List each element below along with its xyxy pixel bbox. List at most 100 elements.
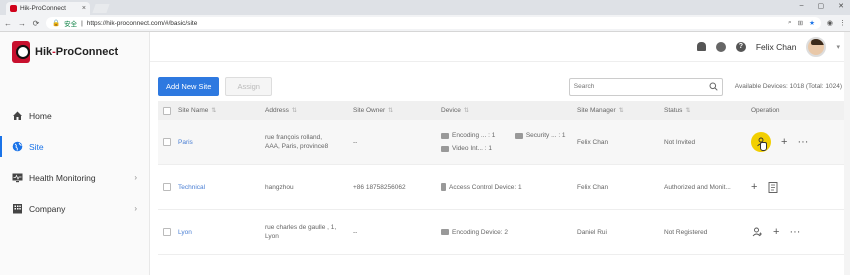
back-icon[interactable]: ← [4, 19, 12, 28]
search-box [568, 77, 723, 96]
report-icon[interactable] [767, 181, 779, 193]
help-icon[interactable]: ? [735, 41, 746, 52]
logo-badge-icon [12, 41, 30, 63]
sort-icon[interactable]: ⇅ [388, 108, 393, 114]
site-address: rue charles de gaulle , 1, Lyon [263, 223, 351, 241]
chevron-right-icon: › [134, 204, 137, 213]
site-name-link[interactable]: Technical [178, 184, 205, 191]
sidebar-item-home[interactable]: Home [0, 100, 149, 131]
lock-icon: 🔒 [52, 20, 61, 27]
mouse-cursor-icon [760, 142, 767, 151]
site-owner: -- [353, 228, 358, 236]
main-content: ? Felix Chan ▾ Add New Site Assign Avail… [150, 32, 850, 275]
row-checkbox[interactable] [163, 138, 171, 146]
device-label: Encoding Device: 2 [452, 228, 509, 236]
column-header-operation: Operation [749, 107, 844, 114]
add-icon[interactable]: + [781, 136, 787, 148]
forward-icon[interactable]: → [18, 19, 26, 28]
browser-menu-icon[interactable]: ⋮ [839, 19, 846, 27]
reload-icon[interactable]: ⟳ [32, 19, 40, 28]
add-icon[interactable]: + [751, 181, 757, 193]
column-header-device[interactable]: Device ⇅ [439, 107, 575, 114]
tab-close-icon[interactable]: × [82, 5, 86, 12]
sites-table: Site Name ⇅ Address ⇅ Site Owner ⇅ Device ⇅ … [158, 101, 844, 255]
assign-button[interactable]: Assign [225, 77, 272, 96]
scrollbar[interactable] [844, 32, 850, 275]
available-devices-text: Available Devices: 1018 (Total: 1024) [734, 83, 842, 90]
extension-icon[interactable]: ◉ [827, 19, 833, 27]
device-label: Video Int... : 1 [452, 145, 492, 152]
search-icon[interactable] [709, 82, 718, 91]
sort-icon[interactable]: ⇅ [685, 108, 690, 114]
column-header-address[interactable]: Address ⇅ [263, 107, 351, 114]
user-name[interactable]: Felix Chan [756, 42, 797, 52]
minimize-icon[interactable]: – [800, 2, 804, 10]
device-item[interactable]: Video Int... : 1 [441, 145, 505, 152]
site-manager: Felix Chan [577, 183, 609, 191]
site-name-link[interactable]: Paris [178, 139, 193, 146]
close-window-icon[interactable]: ✕ [838, 2, 844, 10]
sort-icon[interactable]: ⇅ [211, 108, 216, 114]
camera-icon [441, 229, 449, 235]
url-text: https://hik-proconnect.com/#/basic/site [86, 19, 198, 27]
select-all-checkbox[interactable] [163, 106, 171, 115]
device-label: Encoding ... : 1 [452, 132, 496, 139]
table-row[interactable]: Paris rue françois rolland, AAA, Paris, … [158, 120, 844, 165]
sort-icon[interactable]: ⇅ [464, 108, 469, 114]
invite-owner-button[interactable] [751, 226, 763, 238]
device-item[interactable]: Access Control Device: 1 [441, 183, 575, 191]
column-header-status[interactable]: Status ⇅ [662, 107, 749, 114]
logo-text: Hik-ProConnect [35, 46, 118, 58]
add-icon[interactable]: + [773, 226, 779, 238]
column-label: Status [664, 107, 683, 114]
invite-owner-button[interactable] [751, 132, 771, 152]
sidebar-item-company[interactable]: Company › [0, 193, 149, 224]
column-header-site-owner[interactable]: Site Owner ⇅ [351, 107, 439, 114]
maximize-icon[interactable]: ▢ [818, 2, 825, 10]
more-icon[interactable]: ··· [789, 226, 800, 238]
table-row[interactable]: Lyon rue charles de gaulle , 1, Lyon -- … [158, 210, 844, 255]
browser-tab[interactable]: Hik-ProConnect × [6, 2, 90, 15]
site-manager: Daniel Rui [577, 228, 607, 236]
access-control-icon [441, 183, 446, 191]
row-checkbox[interactable] [163, 228, 171, 236]
column-header-site-name[interactable]: Site Name ⇅ [176, 107, 263, 114]
bookmark-star-icon[interactable]: ★ [809, 19, 815, 27]
app-container: Hik-ProConnect Home Site Health Monitori… [0, 32, 850, 275]
device-item[interactable]: Encoding ... : 1 [441, 132, 505, 139]
row-checkbox[interactable] [163, 183, 171, 191]
add-new-site-button[interactable]: Add New Site [158, 77, 220, 96]
bell-icon[interactable] [696, 42, 706, 51]
search-input[interactable] [573, 83, 709, 90]
table-header: Site Name ⇅ Address ⇅ Site Owner ⇅ Device ⇅ … [158, 101, 844, 120]
site-owner: +86 18758256062 [353, 183, 406, 191]
site-name-link[interactable]: Lyon [178, 229, 192, 236]
address-bar[interactable]: 🔒 安全 | https://hik-proconnect.com/#/basi… [46, 17, 821, 29]
more-icon[interactable]: ··· [797, 136, 808, 148]
zoom-icon[interactable]: ⌕ [788, 19, 792, 27]
sort-icon[interactable]: ⇅ [292, 108, 297, 114]
table-row[interactable]: Technical hangzhou +86 18758256062 Acces… [158, 165, 844, 210]
translate-icon[interactable]: ⊞ [798, 19, 803, 27]
tab-title: Hik-ProConnect [20, 5, 66, 12]
sort-icon[interactable]: ⇅ [619, 108, 624, 114]
camera-icon [441, 132, 449, 139]
app-logo[interactable]: Hik-ProConnect [0, 32, 149, 72]
column-header-site-manager[interactable]: Site Manager ⇅ [575, 107, 662, 114]
status-text: Not Registered [664, 228, 708, 236]
device-item[interactable]: Security ... : 1 [514, 132, 575, 139]
site-manager: Felix Chan [577, 138, 609, 146]
site-address: hangzhou [263, 183, 351, 192]
video-intercom-icon [441, 145, 449, 152]
sidebar-item-health-monitoring[interactable]: Health Monitoring › [0, 162, 149, 193]
address-line: hangzhou [265, 183, 294, 191]
avatar[interactable] [806, 36, 827, 57]
device-item[interactable]: Encoding Device: 2 [441, 229, 575, 236]
home-icon [12, 110, 23, 121]
sidebar-item-site[interactable]: Site [0, 131, 149, 162]
chevron-down-icon[interactable]: ▾ [836, 43, 840, 51]
sidebar-item-label: Site [29, 141, 44, 152]
new-tab-button[interactable] [92, 4, 110, 13]
building-icon [12, 203, 23, 214]
download-icon[interactable] [715, 41, 726, 52]
